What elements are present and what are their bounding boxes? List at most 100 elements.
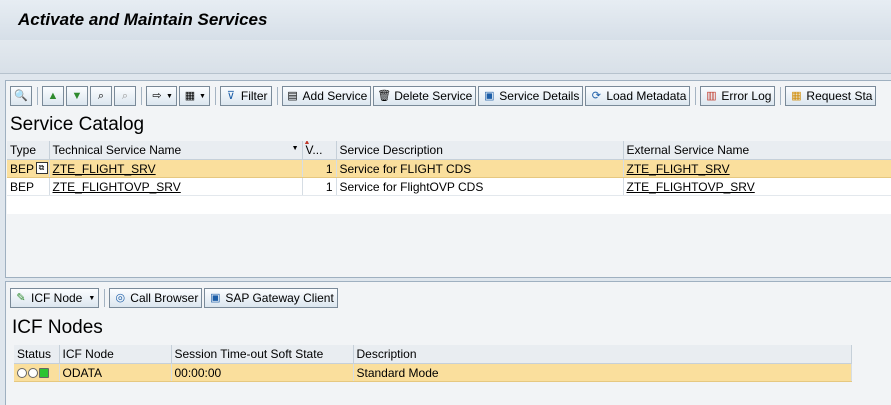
load-metadata-button[interactable]: ⟳ Load Metadata xyxy=(585,86,691,106)
column-header-status[interactable]: Status xyxy=(14,345,60,364)
toolbar-separator xyxy=(141,87,142,105)
table-row[interactable]: BEP ⧉ ZTE_FLIGHT_SRV 1 Service for FLIGHT… xyxy=(7,159,891,178)
status-light-off-icon xyxy=(17,368,27,379)
sort-ascending-icon: ▲ xyxy=(47,90,59,102)
find-button[interactable]: ⌕ xyxy=(90,86,112,106)
description-cell: Service for FlightOVP CDS xyxy=(336,177,624,196)
icf-nodes-title: ICF Nodes xyxy=(12,317,103,338)
technical-name-cell[interactable]: ZTE_FLIGHT_SRV xyxy=(49,159,303,178)
filter-active-icon: ▼ xyxy=(291,145,299,152)
trash-icon: 🗑 xyxy=(377,90,392,102)
status-light-green-icon xyxy=(39,368,49,379)
icf-nodes-panel: ✎ ICF Node ▼ ◎ Call Browser ▣ SAP Gateway Cl… xyxy=(5,281,891,405)
browser-icon: ◎ xyxy=(115,292,126,304)
service-details-label: Service Details xyxy=(499,89,580,103)
page-title: Activate and Maintain Services xyxy=(18,10,268,29)
delete-service-label: Delete Service xyxy=(394,89,473,103)
add-service-button[interactable]: ▤ Add Service xyxy=(281,86,372,106)
toolbar-separator xyxy=(37,87,38,105)
table-row[interactable]: ODATA 00:00:00 Standard Mode xyxy=(14,363,852,382)
delete-service-button[interactable]: 🗑 Delete Service xyxy=(373,86,477,106)
version-cell: 1 xyxy=(302,177,337,196)
select-details-button[interactable]: 🔍 xyxy=(10,86,32,106)
version-cell: 1 xyxy=(302,159,337,178)
add-document-icon: ▤ xyxy=(287,90,298,102)
service-details-button[interactable]: ▣ Service Details xyxy=(478,86,584,106)
call-browser-button[interactable]: ◎ Call Browser xyxy=(109,288,203,308)
column-header-technical-service-name[interactable]: Technical Service Name ▼ xyxy=(49,141,303,160)
column-header-type[interactable]: Type xyxy=(7,141,50,160)
icf-node-menu-button[interactable]: ✎ ICF Node ▼ xyxy=(10,288,100,308)
icf-node-label: ICF Node xyxy=(31,291,83,305)
status-chart-icon: ▦ xyxy=(791,90,802,102)
description-cell: Service for FLIGHT CDS xyxy=(336,159,624,178)
technical-name-link[interactable]: ZTE_FLIGHT_SRV xyxy=(53,162,156,176)
service-catalog-grid: Type Technical Service Name ▼ ▲ V... Servi… xyxy=(7,141,891,275)
icf-node-cell: ODATA xyxy=(59,363,172,382)
toolbar-separator xyxy=(695,87,697,105)
table-row[interactable]: BEP ZTE_FLIGHTOVP_SRV 1 Service for Flig… xyxy=(7,177,891,196)
error-log-icon: ▥ xyxy=(706,90,717,102)
status-light-off-icon xyxy=(28,368,38,379)
row-details-icon[interactable]: ⧉ xyxy=(35,162,48,174)
external-name-cell[interactable]: ZTE_FLIGHT_SRV xyxy=(623,159,891,178)
filter-label: Filter xyxy=(240,89,268,103)
layout-grid-icon: ▦ xyxy=(184,90,196,102)
chevron-down-icon: ▼ xyxy=(198,92,206,100)
description-cell: Standard Mode xyxy=(353,363,852,382)
column-header-version[interactable]: ▲ V... xyxy=(302,141,337,160)
call-browser-label: Call Browser xyxy=(130,291,199,305)
add-service-label: Add Service xyxy=(302,89,368,103)
service-catalog-title: Service Catalog xyxy=(10,114,145,135)
sort-ascending-button[interactable]: ▲ xyxy=(42,86,64,106)
sort-descending-button[interactable]: ▼ xyxy=(66,86,88,106)
external-name-link[interactable]: ZTE_FLIGHT_SRV xyxy=(627,162,730,176)
find-next-button[interactable]: ⌕ xyxy=(114,86,136,106)
gateway-client-button[interactable]: ▣ SAP Gateway Client xyxy=(204,288,338,308)
external-name-cell[interactable]: ZTE_FLIGHTOVP_SRV xyxy=(623,177,891,196)
sort-indicator-icon: ▲ xyxy=(303,141,311,146)
request-status-label: Request Sta xyxy=(806,89,873,103)
toolbar-separator xyxy=(276,87,278,105)
export-menu-button[interactable]: ⇨ ▼ xyxy=(146,86,177,106)
refresh-icon: ⟳ xyxy=(591,90,601,102)
column-header-external-service-name[interactable]: External Service Name xyxy=(623,141,891,160)
external-name-link[interactable]: ZTE_FLIGHTOVP_SRV xyxy=(627,180,755,194)
service-catalog-table: Type Technical Service Name ▼ ▲ V... Servi… xyxy=(7,141,891,196)
column-header-description[interactable]: Description xyxy=(353,345,852,364)
icf-toolbar: ✎ ICF Node ▼ ◎ Call Browser ▣ SAP Gateway Cl… xyxy=(10,287,340,309)
load-metadata-label: Load Metadata xyxy=(606,89,687,103)
binoculars-icon: ⌕ xyxy=(97,90,105,102)
export-icon: ⇨ xyxy=(152,90,162,102)
gateway-client-icon: ▣ xyxy=(210,292,221,304)
type-cell: BEP xyxy=(7,177,50,196)
icf-nodes-table: Status ICF Node Session Time-out Soft St… xyxy=(14,345,852,382)
column-header-icf-node[interactable]: ICF Node xyxy=(59,345,172,364)
request-status-button[interactable]: ▦ Request Sta xyxy=(785,86,877,106)
service-catalog-panel: 🔍 ▲ ▼ ⌕ ⌕ ⇨ ▼ ▦ ▼ ⊽ Filter ▤ Add Service 🗑 De… xyxy=(5,80,891,278)
filter-icon: ⊽ xyxy=(226,90,235,102)
filter-button[interactable]: ⊽ Filter xyxy=(219,86,272,106)
gateway-client-label: SAP Gateway Client xyxy=(225,291,334,305)
status-cell xyxy=(14,363,60,382)
layout-menu-button[interactable]: ▦ ▼ xyxy=(178,86,210,106)
error-log-label: Error Log xyxy=(721,89,772,103)
toolbar-separator xyxy=(214,87,216,105)
magnifier-icon: 🔍 xyxy=(14,90,28,102)
title-bar: Activate and Maintain Services xyxy=(0,0,891,41)
technical-name-link[interactable]: ZTE_FLIGHTOVP_SRV xyxy=(53,180,181,194)
toolbar-separator xyxy=(104,289,106,307)
column-header-session-timeout[interactable]: Session Time-out Soft State xyxy=(171,345,354,364)
error-log-button[interactable]: ▥ Error Log xyxy=(700,86,776,106)
session-timeout-cell: 00:00:00 xyxy=(171,363,354,382)
type-cell: BEP ⧉ xyxy=(7,159,50,178)
sort-descending-icon: ▼ xyxy=(71,90,83,102)
application-toolbar xyxy=(0,40,891,74)
toolbar-separator xyxy=(780,87,782,105)
details-icon: ▣ xyxy=(484,90,495,102)
chevron-down-icon: ▼ xyxy=(88,294,96,302)
binoculars-next-icon: ⌕ xyxy=(121,90,129,102)
column-header-service-description[interactable]: Service Description xyxy=(336,141,624,160)
catalog-toolbar: 🔍 ▲ ▼ ⌕ ⌕ ⇨ ▼ ▦ ▼ ⊽ Filter ▤ Add Service 🗑 De… xyxy=(10,85,878,107)
technical-name-cell[interactable]: ZTE_FLIGHTOVP_SRV xyxy=(49,177,303,196)
